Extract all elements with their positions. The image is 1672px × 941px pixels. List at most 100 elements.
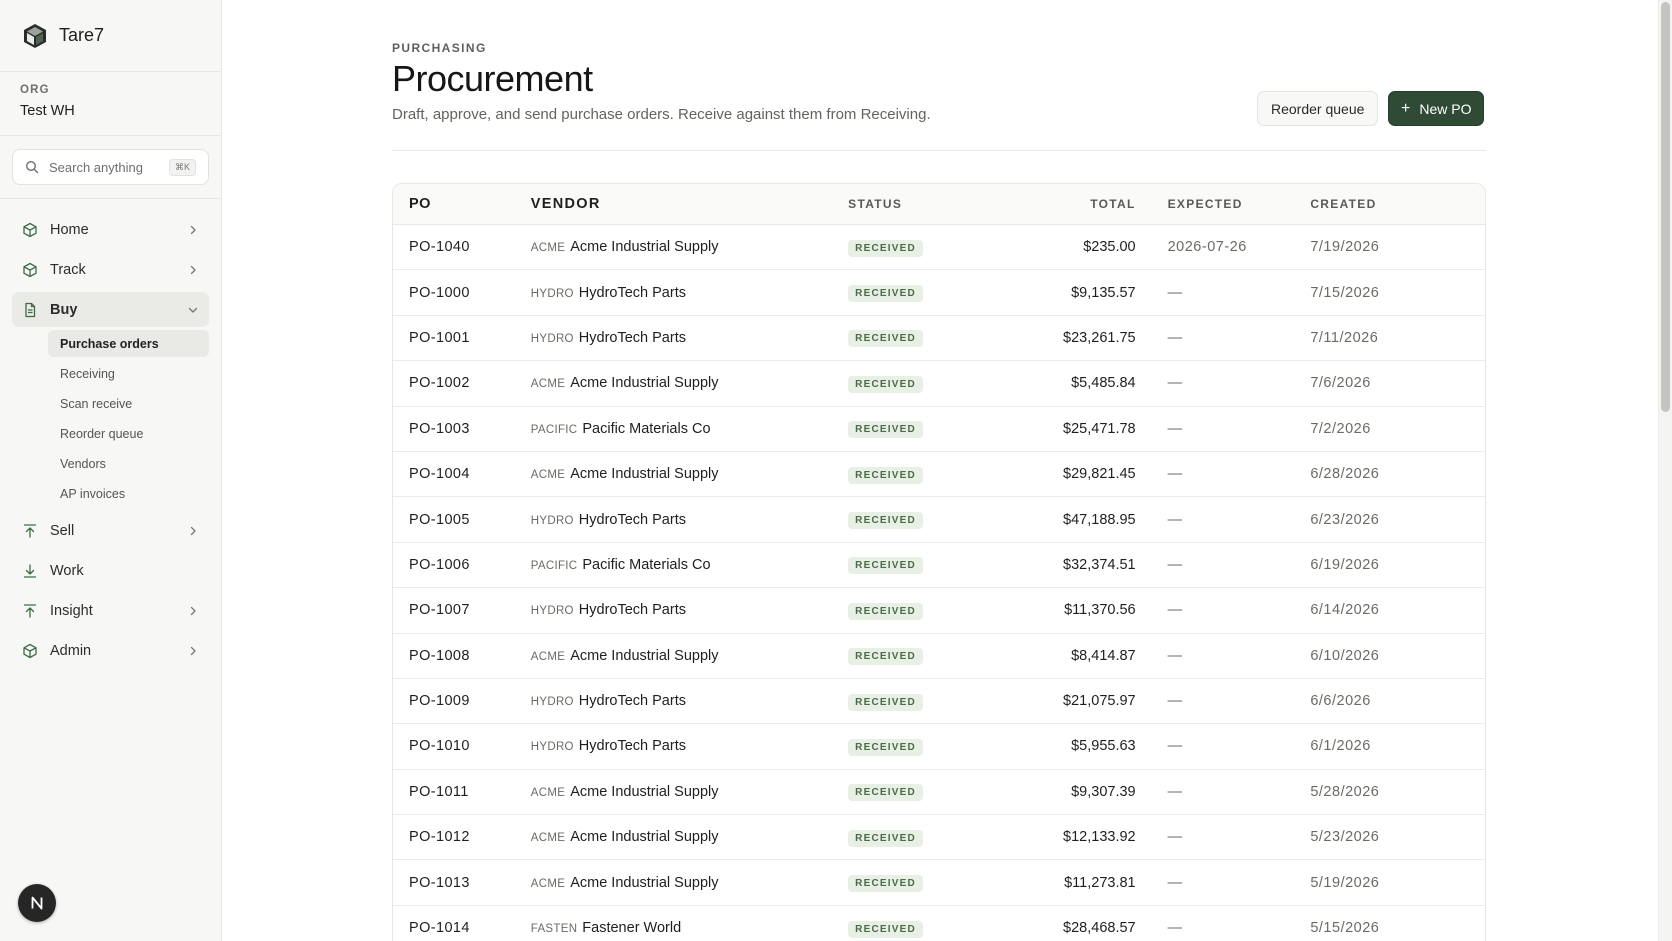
search-input[interactable]: Search anything ⌘K: [12, 149, 209, 185]
created-cell: 5/28/2026: [1310, 783, 1380, 800]
column-header-created[interactable]: CREATED: [1310, 197, 1485, 211]
reorder-queue-button[interactable]: Reorder queue: [1257, 91, 1379, 126]
table-row[interactable]: PO-1012 ACME Acme Industrial Supply RECEIVE…: [393, 815, 1485, 861]
upload-arrow-icon: [22, 523, 38, 539]
expected-cell: —: [1167, 602, 1183, 619]
vendor-cell: ACME Acme Industrial Supply: [531, 784, 848, 800]
table-row[interactable]: PO-1040 ACME Acme Industrial Supply RECEIVE…: [393, 225, 1485, 271]
table-row[interactable]: PO-1002 ACME Acme Industrial Supply RECEIVE…: [393, 361, 1485, 407]
sidebar-item-home[interactable]: Home: [12, 212, 209, 247]
sidebar-subitem-reorder-queue[interactable]: Reorder queue: [48, 420, 209, 447]
vendor-code: ACME: [530, 650, 566, 663]
po-number[interactable]: PO-1004: [393, 466, 531, 482]
table-row[interactable]: PO-1008 ACME Acme Industrial Supply RECEIVE…: [393, 634, 1485, 679]
vendor-code: ACME: [530, 786, 566, 799]
created-cell: 6/10/2026: [1310, 647, 1380, 664]
sidebar-subitem-vendors[interactable]: Vendors: [48, 450, 209, 477]
table-row[interactable]: PO-1010 HYDRO HydroTech Parts RECEIVED $5,95…: [393, 724, 1485, 770]
po-number[interactable]: PO-1014: [393, 920, 531, 936]
sidebar-item-buy[interactable]: Buy: [12, 292, 209, 327]
cube-icon: [22, 643, 38, 659]
po-number[interactable]: PO-1000: [393, 285, 531, 301]
table-row[interactable]: PO-1009 HYDRO HydroTech Parts RECEIVED $21,0…: [393, 679, 1485, 725]
sidebar-item-admin[interactable]: Admin: [12, 633, 209, 668]
status-badge: RECEIVED: [848, 875, 923, 893]
po-number[interactable]: PO-1006: [393, 557, 531, 573]
org-section[interactable]: ORG Test WH: [0, 72, 221, 136]
expected-cell: —: [1167, 874, 1183, 891]
table-row[interactable]: PO-1013 ACME Acme Industrial Supply RECEIVE…: [393, 860, 1485, 906]
po-number[interactable]: PO-1011: [393, 784, 531, 800]
po-number[interactable]: PO-1040: [393, 239, 531, 255]
sidebar-item-label: Sell: [50, 522, 75, 539]
vendor-code: HYDRO: [530, 287, 574, 300]
table-row[interactable]: PO-1011 ACME Acme Industrial Supply RECEIVE…: [393, 770, 1485, 816]
po-number[interactable]: PO-1008: [393, 648, 531, 664]
status-cell: RECEIVED: [848, 510, 998, 530]
table-row[interactable]: PO-1000 HYDRO HydroTech Parts RECEIVED $9,13…: [393, 270, 1485, 316]
chevron-right-icon: [187, 645, 199, 657]
search-placeholder: Search anything: [49, 159, 143, 175]
chevron-right-icon: [187, 264, 199, 276]
vendor-name: Fastener World: [582, 920, 682, 937]
po-number[interactable]: PO-1005: [393, 512, 531, 528]
po-number[interactable]: PO-1009: [393, 693, 531, 709]
created-cell: 5/23/2026: [1310, 829, 1380, 846]
scrollbar[interactable]: [1658, 0, 1672, 941]
sidebar-subitem-scan-receive[interactable]: Scan receive: [48, 390, 209, 417]
po-number[interactable]: PO-1002: [393, 375, 531, 391]
created-cell: 6/23/2026: [1310, 511, 1380, 528]
column-header-status[interactable]: STATUS: [848, 197, 998, 211]
status-badge: RECEIVED: [848, 648, 923, 666]
po-number[interactable]: PO-1007: [393, 602, 531, 618]
user-avatar[interactable]: N: [18, 884, 56, 922]
chevron-right-icon: [187, 525, 199, 537]
status-badge: RECEIVED: [848, 466, 923, 484]
chevron-right-icon: [187, 605, 199, 617]
created-cell: 6/1/2026: [1310, 738, 1371, 755]
sidebar-item-sell[interactable]: Sell: [12, 513, 209, 548]
table-row[interactable]: PO-1003 PACIFIC Pacific Materials Co RECEIV…: [393, 407, 1485, 452]
status-cell: RECEIVED: [848, 419, 998, 439]
table-row[interactable]: PO-1004 ACME Acme Industrial Supply RECEIVE…: [393, 452, 1485, 498]
created-cell: 7/6/2026: [1310, 375, 1371, 392]
po-number[interactable]: PO-1012: [393, 829, 531, 845]
page-description: Draft, approve, and send purchase orders…: [392, 106, 931, 123]
table-row[interactable]: PO-1001 HYDRO HydroTech Parts RECEIVED $23,2…: [393, 316, 1485, 362]
po-number[interactable]: PO-1003: [393, 421, 531, 437]
search-shortcut: ⌘K: [168, 158, 196, 176]
purchase-orders-table: PO VENDOR STATUS TOTAL EXPECTED CREATED …: [392, 183, 1486, 941]
sidebar-item-work[interactable]: Work: [12, 553, 209, 588]
po-number[interactable]: PO-1010: [393, 738, 531, 754]
column-header-vendor[interactable]: VENDOR: [531, 196, 848, 212]
table-row[interactable]: PO-1005 HYDRO HydroTech Parts RECEIVED $47,1…: [393, 497, 1485, 543]
status-cell: RECEIVED: [848, 283, 998, 303]
brand[interactable]: Tare7: [0, 0, 221, 72]
expected-cell: —: [1167, 738, 1183, 755]
expected-cell: —: [1167, 920, 1183, 937]
table-row[interactable]: PO-1007 HYDRO HydroTech Parts RECEIVED $11,3…: [393, 588, 1485, 634]
cube-icon: [22, 222, 38, 238]
sidebar-item-track[interactable]: Track: [12, 252, 209, 287]
scrollbar-thumb[interactable]: [1661, 2, 1670, 412]
column-header-total[interactable]: TOTAL: [998, 197, 1136, 211]
status-badge: RECEIVED: [848, 693, 923, 711]
table-row[interactable]: PO-1006 PACIFIC Pacific Materials Co RECEIV…: [393, 543, 1485, 589]
created-cell: 6/14/2026: [1310, 602, 1380, 619]
po-number[interactable]: PO-1001: [393, 330, 531, 346]
status-cell: RECEIVED: [848, 782, 998, 802]
total-cell: $28,468.57: [1063, 920, 1136, 937]
sidebar-item-insight[interactable]: Insight: [12, 593, 209, 628]
new-po-button[interactable]: + New PO: [1388, 91, 1485, 126]
po-number[interactable]: PO-1013: [393, 875, 531, 891]
column-header-expected[interactable]: EXPECTED: [1136, 197, 1311, 211]
total-cell: $11,273.81: [1064, 874, 1136, 891]
status-cell: RECEIVED: [848, 238, 998, 257]
sidebar-subitem-receiving[interactable]: Receiving: [48, 360, 209, 387]
sidebar-subitem-purchase-orders[interactable]: Purchase orders: [48, 330, 209, 357]
table-row[interactable]: PO-1014 FASTEN Fastener World RECEIVED $28,4…: [393, 906, 1485, 941]
sidebar-subitem-ap-invoices[interactable]: AP invoices: [48, 480, 209, 507]
expected-cell: 2026-07-26: [1167, 239, 1247, 256]
plus-icon: +: [1401, 99, 1411, 117]
column-header-po[interactable]: PO: [393, 196, 531, 212]
